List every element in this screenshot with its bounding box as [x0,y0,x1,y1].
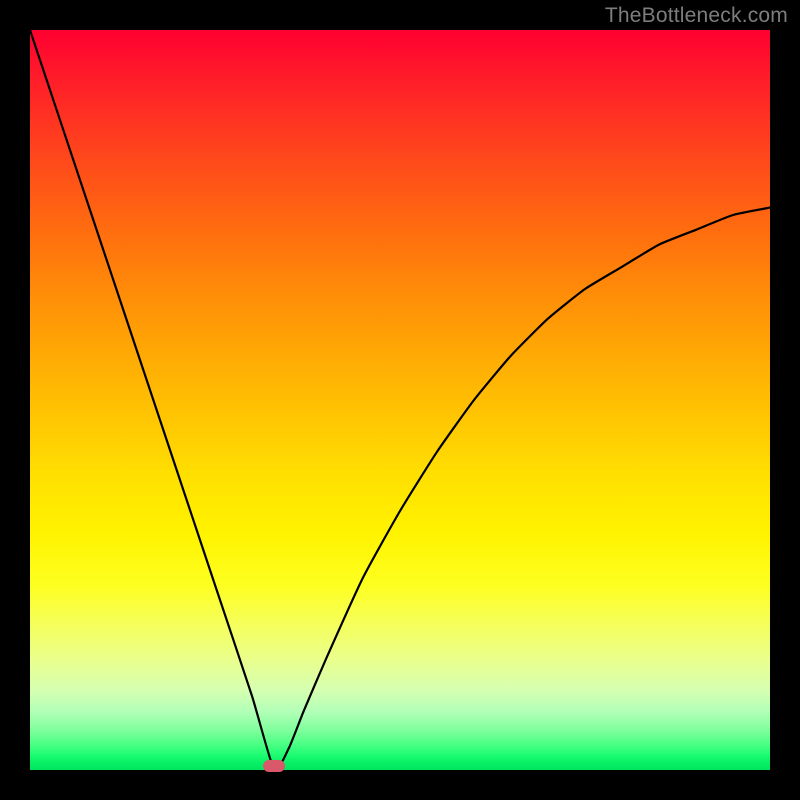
plot-area [30,30,770,770]
chart-frame: TheBottleneck.com [0,0,800,800]
min-marker [263,760,285,772]
bottleneck-curve [30,30,770,770]
watermark-text: TheBottleneck.com [605,4,788,28]
